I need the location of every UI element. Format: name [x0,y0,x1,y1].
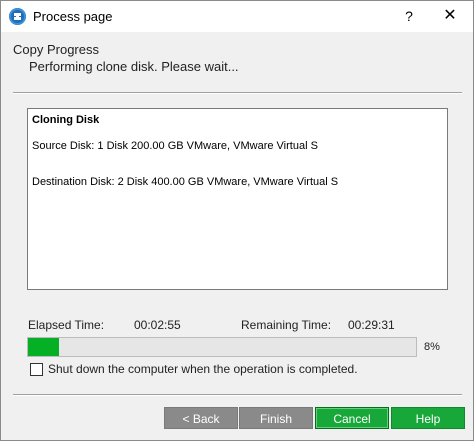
elapsed-time-value: 00:02:55 [134,318,181,332]
log-heading: Cloning Disk [32,114,100,126]
shutdown-checkbox-label[interactable]: Shut down the computer when the operatio… [48,362,358,376]
progress-bar [27,337,417,357]
app-logo-icon [9,8,26,25]
shutdown-checkbox[interactable] [30,363,43,376]
finish-button[interactable]: Finish [239,407,313,429]
process-page-window: Process page ? ✕ Copy Progress Performin… [0,0,474,441]
section-title: Copy Progress [13,42,99,57]
section-subtitle: Performing clone disk. Please wait... [29,59,239,74]
log-box[interactable]: Cloning Disk Source Disk: 1 Disk 200.00 … [27,108,448,290]
help-button[interactable]: Help [391,407,465,429]
progress-percent: 8% [424,341,440,353]
help-question-icon[interactable]: ? [397,5,421,27]
remaining-time-label: Remaining Time: [241,318,332,332]
footer-divider [13,394,462,396]
header-divider [13,92,462,94]
log-line-source: Source Disk: 1 Disk 200.00 GB VMware, VM… [32,140,318,152]
header-area: Copy Progress Performing clone disk. Ple… [1,32,473,92]
elapsed-time-label: Elapsed Time: [28,318,105,332]
log-line-destination: Destination Disk: 2 Disk 400.00 GB VMwar… [32,176,339,188]
window-title: Process page [33,9,113,24]
remaining-time-value: 00:29:31 [348,318,395,332]
cancel-button[interactable]: Cancel [315,407,389,429]
title-bar[interactable]: Process page ? ✕ [1,1,473,32]
close-icon[interactable]: ✕ [437,5,463,27]
back-button[interactable]: < Back [164,407,238,429]
progress-bar-fill [28,338,59,356]
